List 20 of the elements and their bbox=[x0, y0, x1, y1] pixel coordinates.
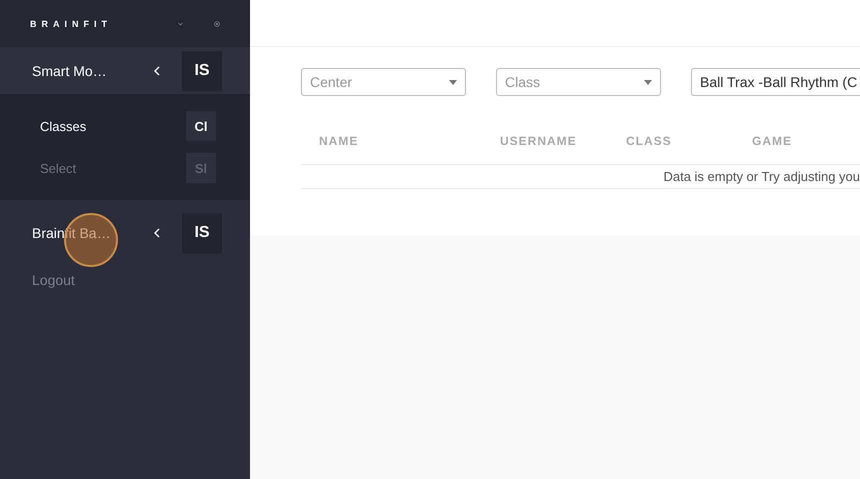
submenu-label: Select bbox=[40, 160, 78, 176]
avatar-initials: IS bbox=[182, 50, 222, 90]
brand-logo: BRAINFIT bbox=[30, 18, 112, 28]
chevron-left-icon bbox=[152, 228, 162, 238]
submenu-label: Classes bbox=[40, 118, 88, 134]
menu-group[interactable]: Smart Mo… IS bbox=[0, 47, 250, 94]
column-header: USERNAME bbox=[500, 134, 578, 148]
empty-message: Data is empty or Try adjusting you bbox=[663, 169, 860, 184]
avatar-initials: Cl bbox=[186, 111, 216, 141]
dropdown-caret-icon bbox=[644, 80, 652, 84]
dropdown-caret-icon bbox=[449, 80, 458, 84]
column-header: NAME bbox=[319, 134, 360, 148]
menu-group-label: Smart Mo… bbox=[32, 62, 108, 78]
chevron-down-icon[interactable] bbox=[178, 20, 183, 26]
dropdown-field[interactable]: Ball Trax -Ball Rhythm (C bbox=[691, 68, 860, 96]
column-header: GAME bbox=[752, 134, 793, 148]
submenu-item[interactable]: Classes Cl bbox=[40, 112, 216, 140]
avatar-initials: IS bbox=[182, 212, 222, 252]
column-header: CLASS bbox=[626, 134, 673, 148]
chevron-left-icon bbox=[152, 66, 162, 76]
